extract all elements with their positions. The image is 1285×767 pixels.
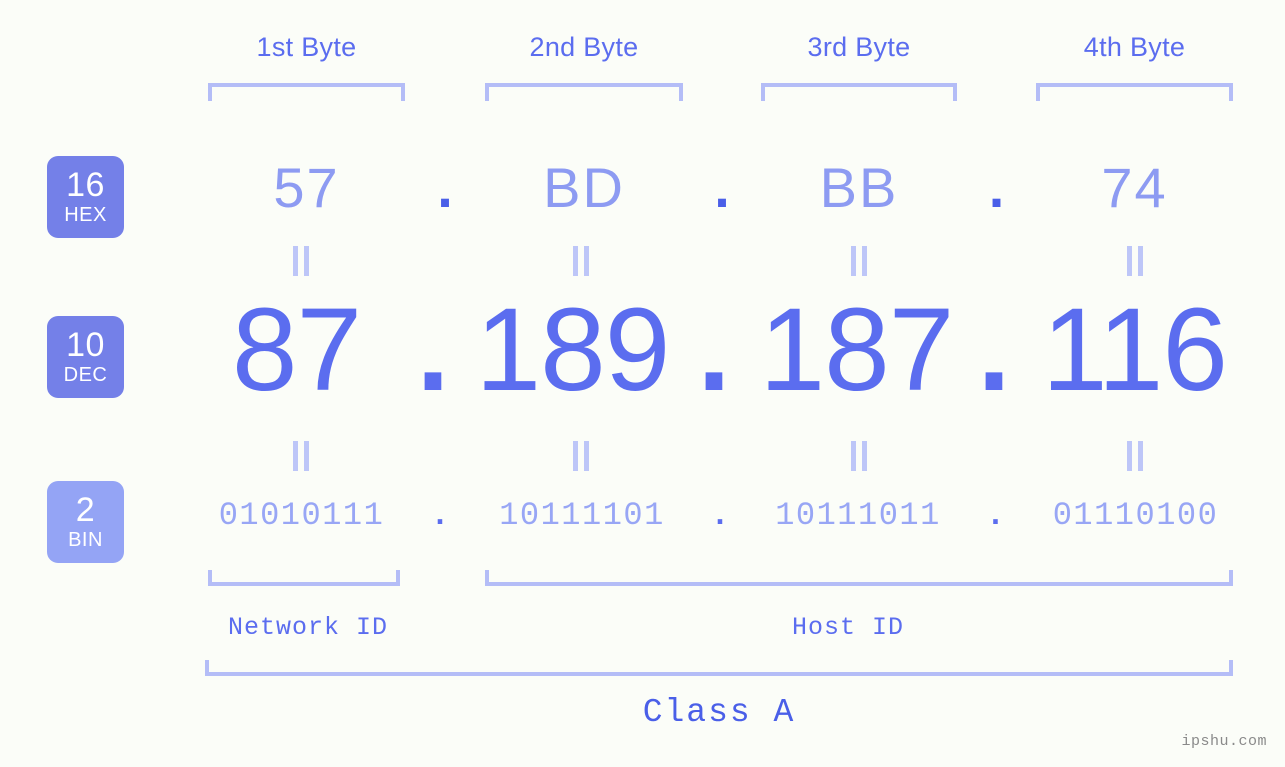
- byte-header-1: 1st Byte: [256, 32, 357, 62]
- hex-byte-1: 57: [273, 156, 340, 219]
- dec-separator-1: .: [416, 284, 450, 416]
- hex-separator-3: .: [988, 156, 1005, 219]
- byte-bracket-1: [208, 83, 405, 101]
- base-badge-dec-label: DEC: [63, 364, 108, 386]
- base-badge-hex[interactable]: 16 HEX: [47, 156, 124, 238]
- base-badge-bin-number: 2: [75, 491, 96, 529]
- dec-byte-1: 87: [231, 284, 362, 416]
- equals-mark-dec-bin-2: [570, 441, 592, 471]
- equals-mark-dec-bin-4: [1124, 441, 1146, 471]
- base-badge-bin[interactable]: 2 BIN: [47, 481, 124, 563]
- equals-mark-hex-dec-2: [570, 246, 592, 276]
- byte-header-4: 4th Byte: [1083, 32, 1186, 62]
- network-id-bracket: [208, 570, 400, 586]
- dec-byte-3: 187: [759, 284, 955, 416]
- equals-mark-dec-bin-3: [848, 441, 870, 471]
- hex-separator-1: .: [437, 156, 453, 219]
- bin-byte-1: 01010111: [218, 497, 385, 534]
- dec-byte-4: 116: [1041, 284, 1228, 416]
- base-badge-dec[interactable]: 10 DEC: [47, 316, 124, 398]
- host-id-label: Host ID: [791, 613, 905, 642]
- equals-mark-hex-dec-4: [1124, 246, 1146, 276]
- hex-separator-2: .: [714, 156, 730, 219]
- bin-separator-1: .: [430, 497, 450, 534]
- dec-byte-2: 189: [475, 284, 671, 416]
- ip-address-breakdown-diagram: 1st Byte 2nd Byte 3rd Byte 4th Byte 16 H…: [0, 0, 1285, 767]
- dec-separator-3: .: [977, 284, 1011, 416]
- ip-class-label: Class A: [642, 694, 796, 731]
- byte-bracket-4: [1036, 83, 1233, 101]
- bin-byte-3: 10111011: [775, 497, 941, 534]
- hex-byte-2: BD: [543, 156, 625, 219]
- hex-byte-3: BB: [819, 156, 899, 219]
- bin-byte-2: 10111101: [499, 497, 665, 534]
- base-badge-dec-number: 10: [66, 326, 105, 364]
- byte-bracket-2: [485, 83, 683, 101]
- byte-header-3: 3rd Byte: [807, 32, 911, 62]
- base-badge-hex-label: HEX: [64, 204, 107, 226]
- equals-mark-hex-dec-1: [290, 246, 312, 276]
- equals-mark-dec-bin-1: [290, 441, 312, 471]
- ip-class-bracket: [205, 660, 1233, 676]
- bin-separator-3: .: [985, 497, 1006, 534]
- base-badge-hex-number: 16: [66, 166, 105, 204]
- site-watermark: ipshu.com: [1181, 733, 1267, 750]
- dec-separator-2: .: [697, 284, 731, 416]
- network-id-label: Network ID: [227, 613, 389, 642]
- base-badge-bin-label: BIN: [68, 529, 103, 551]
- byte-bracket-3: [761, 83, 957, 101]
- bin-byte-4: 01110100: [1052, 497, 1219, 534]
- hex-byte-4: 74: [1101, 156, 1168, 219]
- host-id-bracket: [485, 570, 1233, 586]
- bin-separator-2: .: [710, 497, 730, 534]
- equals-mark-hex-dec-3: [848, 246, 870, 276]
- byte-header-2: 2nd Byte: [529, 32, 639, 62]
